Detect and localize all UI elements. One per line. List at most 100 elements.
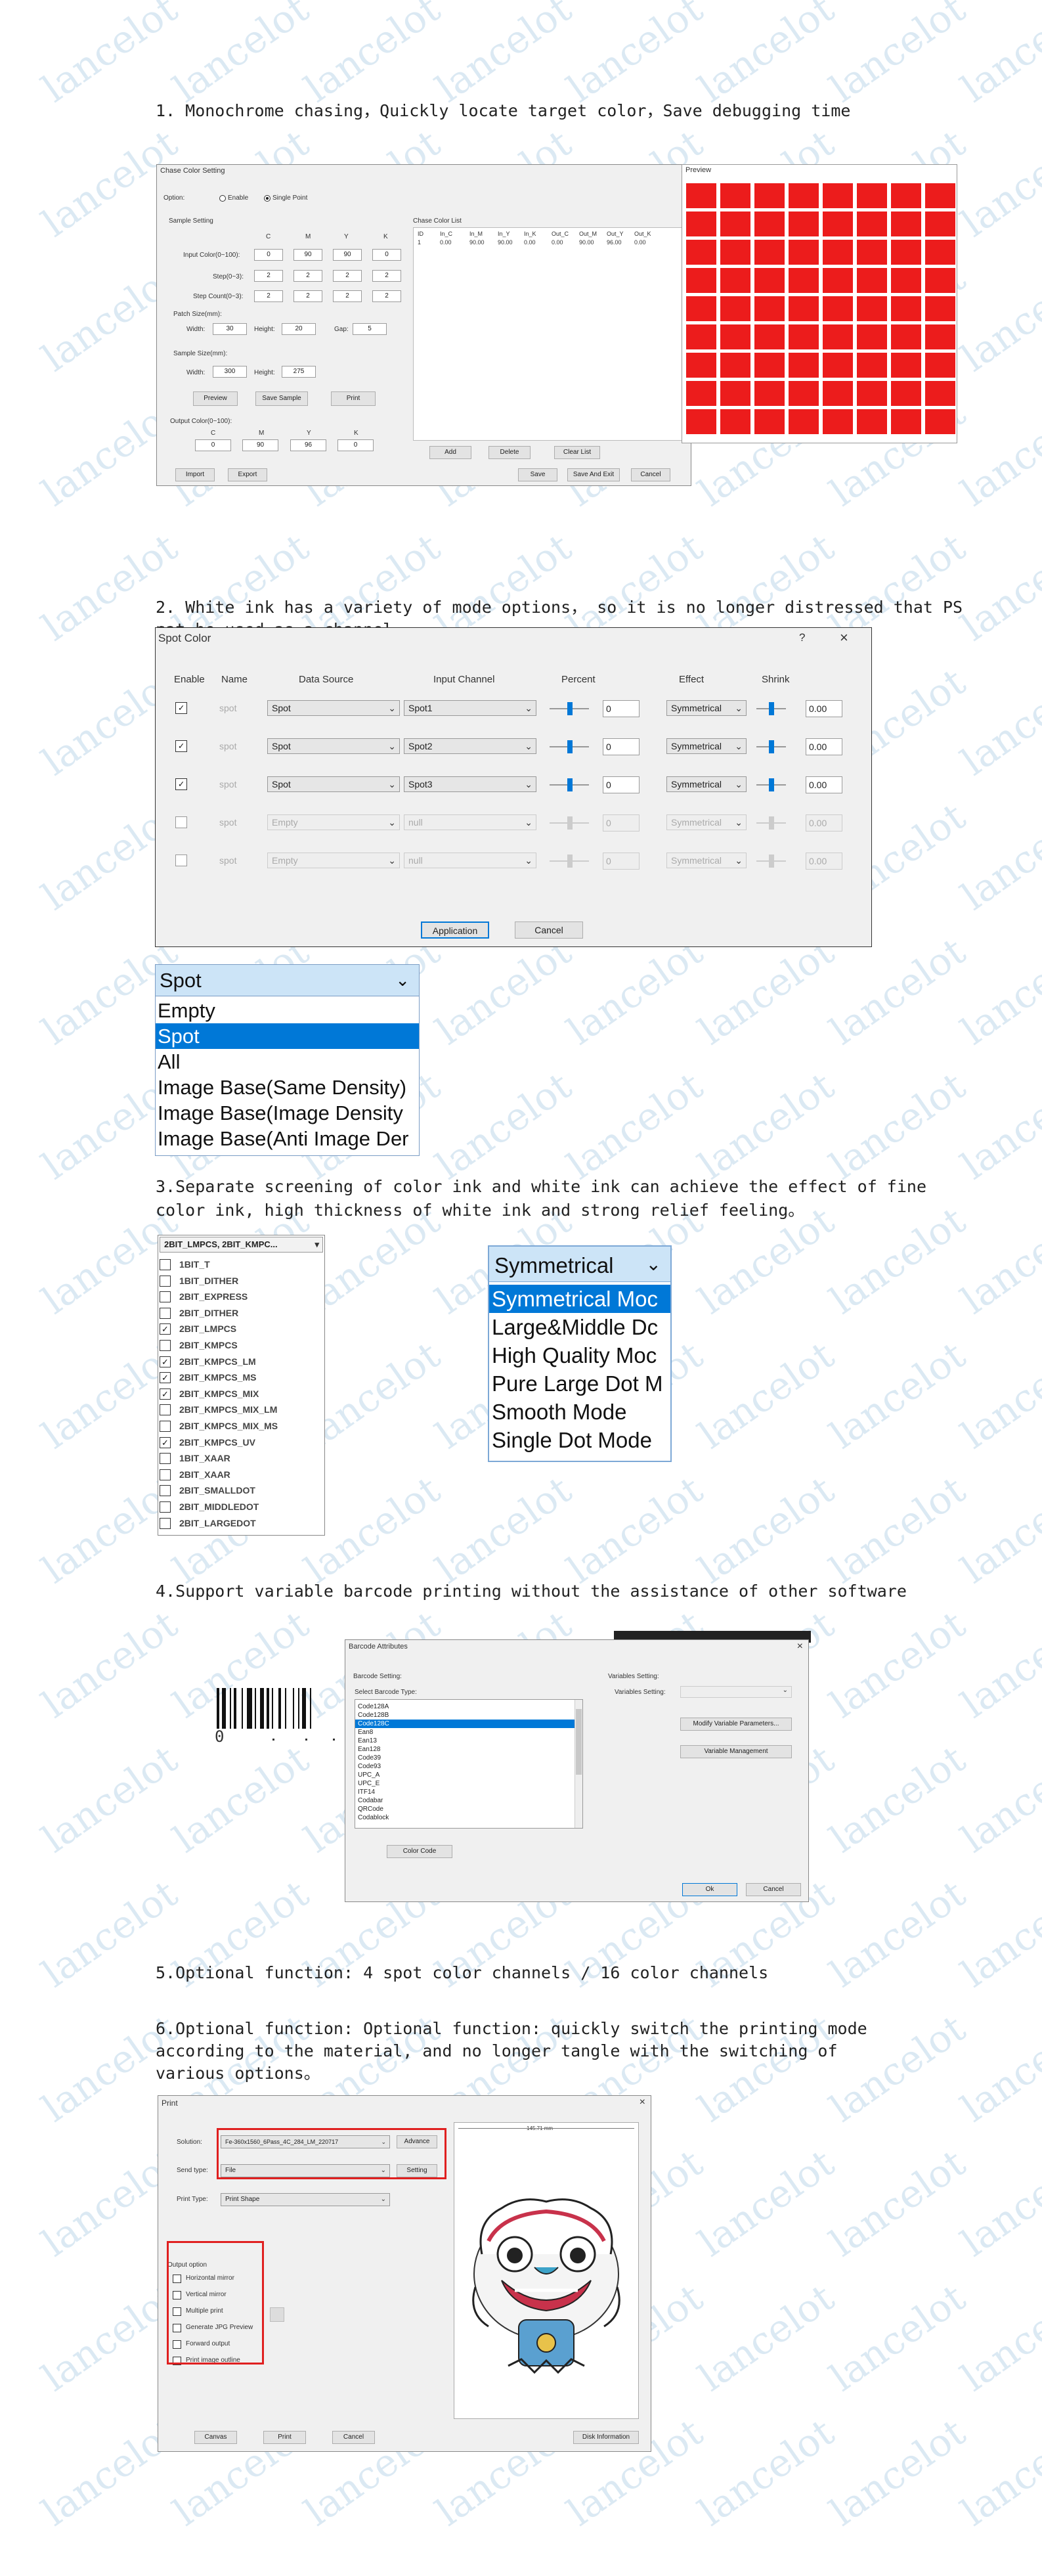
count-k-field[interactable]: 2 bbox=[372, 290, 401, 302]
percent-field[interactable]: 0 bbox=[603, 814, 640, 832]
input-m-field[interactable]: 90 bbox=[293, 249, 322, 261]
dropdown-option[interactable]: Spot bbox=[156, 1023, 419, 1049]
screening-checkbox[interactable] bbox=[160, 1420, 171, 1432]
chevron-down-icon[interactable]: ⌄ bbox=[388, 777, 396, 791]
out-c-field[interactable]: 0 bbox=[195, 439, 231, 451]
close-icon[interactable]: × bbox=[840, 629, 848, 646]
percent-field[interactable]: 0 bbox=[603, 776, 640, 793]
data-source-select[interactable]: Spot ⌄ bbox=[267, 700, 400, 716]
screening-checkbox[interactable] bbox=[160, 1501, 171, 1513]
screening-checkbox[interactable] bbox=[160, 1275, 171, 1287]
effect-option[interactable]: Smooth Mode bbox=[489, 1398, 670, 1426]
shrink-field[interactable]: 0.00 bbox=[806, 776, 842, 793]
import-button[interactable]: Import bbox=[175, 468, 215, 481]
chevron-down-icon[interactable]: ⌄ bbox=[735, 777, 743, 791]
data-source-select[interactable]: Empty ⌄ bbox=[267, 814, 400, 830]
screening-list[interactable]: 2BIT_LMPCS, 2BIT_KMPC... ▾ 1BIT_T 1BIT_DIT… bbox=[158, 1235, 325, 1536]
step-m-field[interactable]: 2 bbox=[293, 270, 322, 282]
effect-option[interactable]: High Quality Moc bbox=[489, 1341, 670, 1369]
enable-checkbox[interactable] bbox=[175, 816, 187, 828]
barcode-type-item[interactable]: Ean128 bbox=[355, 1745, 575, 1754]
barcode-type-item[interactable]: Ean8 bbox=[355, 1728, 575, 1737]
screening-checkbox[interactable] bbox=[160, 1291, 171, 1303]
barcode-type-item[interactable]: ITF14 bbox=[355, 1788, 575, 1796]
add-button[interactable]: Add bbox=[429, 446, 471, 459]
effect-select[interactable]: Symmetrical ⌄ bbox=[666, 853, 747, 868]
shrink-field[interactable]: 0.00 bbox=[806, 814, 842, 832]
chevron-down-icon[interactable]: ⌄ bbox=[525, 701, 532, 715]
chevron-down-icon[interactable]: ⌄ bbox=[395, 970, 410, 990]
percent-slider-thumb[interactable] bbox=[567, 702, 573, 715]
screening-item[interactable]: 2BIT_KMPCS_MIX_MS bbox=[158, 1419, 324, 1436]
sample-height-field[interactable]: 275 bbox=[282, 366, 316, 378]
screening-item[interactable]: 2BIT_KMPCS bbox=[158, 1339, 324, 1355]
screening-checkbox[interactable]: ✓ bbox=[160, 1372, 171, 1384]
chevron-down-icon[interactable]: ⌄ bbox=[525, 739, 532, 753]
out-k-field[interactable]: 0 bbox=[337, 439, 374, 451]
screening-checkbox[interactable] bbox=[160, 1259, 171, 1270]
patch-height-field[interactable]: 20 bbox=[282, 323, 316, 335]
count-y-field[interactable]: 2 bbox=[333, 290, 362, 302]
out-m-field[interactable]: 90 bbox=[242, 439, 278, 451]
barcode-type-item[interactable]: Codablock bbox=[355, 1813, 575, 1822]
barcode-type-list[interactable]: Code128A Code128B Code128C Ean8 Ean13 Ean128 C… bbox=[355, 1699, 583, 1829]
input-c-field[interactable]: 0 bbox=[254, 249, 283, 261]
chevron-down-icon[interactable]: ⌄ bbox=[525, 853, 532, 868]
input-y-field[interactable]: 90 bbox=[333, 249, 362, 261]
shrink-field[interactable]: 0.00 bbox=[806, 700, 842, 717]
screening-checkbox[interactable] bbox=[160, 1404, 171, 1416]
out-y-field[interactable]: 96 bbox=[290, 439, 326, 451]
screening-item[interactable]: 2BIT_SMALLDOT bbox=[158, 1484, 324, 1500]
disk-information-button[interactable]: Disk Information bbox=[573, 2431, 639, 2444]
input-channel-select[interactable]: Spot3 ⌄ bbox=[404, 776, 536, 792]
barcode-type-item[interactable]: Code39 bbox=[355, 1754, 575, 1762]
chevron-down-icon[interactable]: ⌄ bbox=[525, 815, 532, 830]
effect-option[interactable]: Large&Middle Dc bbox=[489, 1313, 670, 1341]
cancel-button[interactable]: Cancel bbox=[332, 2431, 375, 2444]
dropdown-selected[interactable]: Spot ⌄ bbox=[156, 965, 419, 996]
effect-option[interactable]: Symmetrical Moc bbox=[489, 1285, 670, 1313]
data-source-select[interactable]: Spot ⌄ bbox=[267, 738, 400, 754]
shrink-slider-thumb[interactable] bbox=[769, 740, 774, 753]
clear-list-button[interactable]: Clear List bbox=[554, 446, 600, 459]
input-channel-select[interactable]: Spot1 ⌄ bbox=[404, 700, 536, 716]
percent-field[interactable]: 0 bbox=[603, 738, 640, 755]
single-point-radio[interactable] bbox=[264, 195, 271, 202]
input-channel-select[interactable]: null ⌄ bbox=[404, 853, 536, 868]
chevron-down-icon[interactable]: ⌄ bbox=[388, 815, 396, 830]
chevron-down-icon[interactable]: ⌄ bbox=[646, 1253, 661, 1275]
chevron-down-icon[interactable]: ⌄ bbox=[735, 853, 743, 868]
input-channel-select[interactable]: null ⌄ bbox=[404, 814, 536, 830]
effect-select[interactable]: Symmetrical ⌄ bbox=[666, 776, 747, 792]
sample-width-field[interactable]: 300 bbox=[213, 366, 247, 378]
dropdown-option[interactable]: Image Base(Image Density bbox=[156, 1100, 419, 1126]
dropdown-arrow-icon[interactable]: ⌄ bbox=[381, 2194, 386, 2206]
dropdown-arrow-icon[interactable]: ▾ bbox=[315, 1237, 319, 1252]
chase-color-list[interactable]: ID In_C In_M In_Y In_K Out_C Out_M Out_Y Out_K 1… bbox=[413, 227, 682, 441]
chevron-down-icon[interactable]: ⌄ bbox=[525, 777, 532, 791]
export-button[interactable]: Export bbox=[228, 468, 267, 481]
barcode-type-item[interactable]: Code128B bbox=[355, 1711, 575, 1720]
screening-checkbox[interactable]: ✓ bbox=[160, 1388, 171, 1400]
step-y-field[interactable]: 2 bbox=[333, 270, 362, 282]
screening-checkbox[interactable] bbox=[160, 1307, 171, 1319]
screening-item[interactable]: 1BIT_T bbox=[158, 1258, 324, 1274]
percent-slider-thumb[interactable] bbox=[567, 778, 573, 791]
save-sample-button[interactable]: Save Sample bbox=[255, 391, 308, 406]
help-icon[interactable]: ? bbox=[799, 631, 805, 644]
dropdown-option[interactable]: Image Base(Same Density) bbox=[156, 1075, 419, 1100]
chevron-down-icon[interactable]: ⌄ bbox=[388, 853, 396, 868]
save-and-exit-button[interactable]: Save And Exit bbox=[567, 468, 620, 481]
chevron-down-icon[interactable]: ⌄ bbox=[388, 701, 396, 715]
shrink-slider-thumb[interactable] bbox=[769, 855, 774, 868]
percent-slider-thumb[interactable] bbox=[567, 855, 573, 868]
cancel-button[interactable]: Cancel bbox=[515, 922, 583, 939]
screening-checkbox[interactable] bbox=[160, 1339, 171, 1351]
percent-field[interactable]: 0 bbox=[603, 700, 640, 717]
modify-variable-button[interactable]: Modify Variable Parameters... bbox=[680, 1718, 792, 1731]
barcode-type-item[interactable]: UPC_A bbox=[355, 1771, 575, 1779]
input-k-field[interactable]: 0 bbox=[372, 249, 401, 261]
effect-select[interactable]: Symmetrical ⌄ bbox=[666, 700, 747, 716]
screening-item[interactable]: 2BIT_EXPRESS bbox=[158, 1290, 324, 1306]
percent-field[interactable]: 0 bbox=[603, 853, 640, 870]
